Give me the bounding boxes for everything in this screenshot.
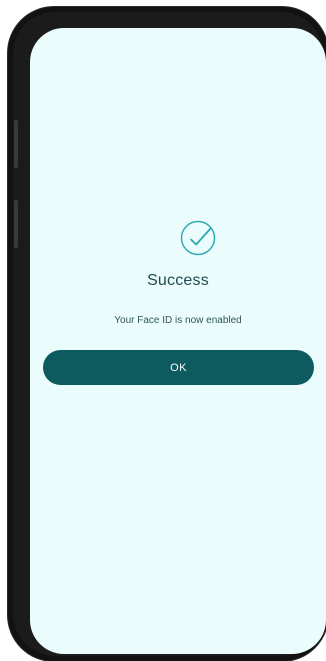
check-circle-icon bbox=[180, 220, 216, 256]
volume-down-button bbox=[14, 200, 18, 248]
success-message: Your Face ID is now enabled bbox=[114, 315, 242, 326]
success-screen: Success Your Face ID is now enabled OK bbox=[30, 28, 326, 654]
phone-screen: Success Your Face ID is now enabled OK bbox=[30, 28, 326, 654]
ok-button[interactable]: OK bbox=[43, 350, 314, 385]
phone-frame: Success Your Face ID is now enabled OK bbox=[8, 7, 326, 661]
volume-up-button bbox=[14, 120, 18, 168]
success-title: Success bbox=[147, 272, 209, 289]
